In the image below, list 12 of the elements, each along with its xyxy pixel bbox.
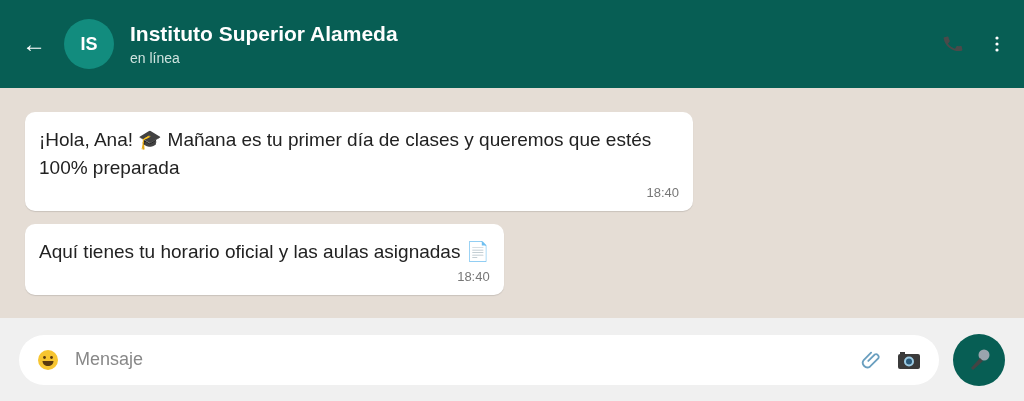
chat-title: Instituto Superior Alameda xyxy=(130,22,398,46)
online-status: en línea xyxy=(130,50,181,66)
message-time: 18:40 xyxy=(645,185,679,200)
emoji-icon[interactable] xyxy=(37,348,59,371)
microphone-button[interactable] xyxy=(953,333,1005,386)
message-text: ¡Hola, Ana! 🎓 Mañana es tu primer día de clases y queremos que estés 100% preparada xyxy=(39,128,653,180)
message-time: 18:40 xyxy=(456,269,490,284)
message-text: Aquí tienes tu horario oficial y las aulas asignadas 📄 xyxy=(39,240,490,264)
avatar[interactable]: IS xyxy=(64,19,114,69)
back-button[interactable]: ← xyxy=(22,30,46,58)
message-box[interactable]: Mensaje xyxy=(19,334,939,385)
more-options-icon[interactable] xyxy=(994,35,1000,53)
